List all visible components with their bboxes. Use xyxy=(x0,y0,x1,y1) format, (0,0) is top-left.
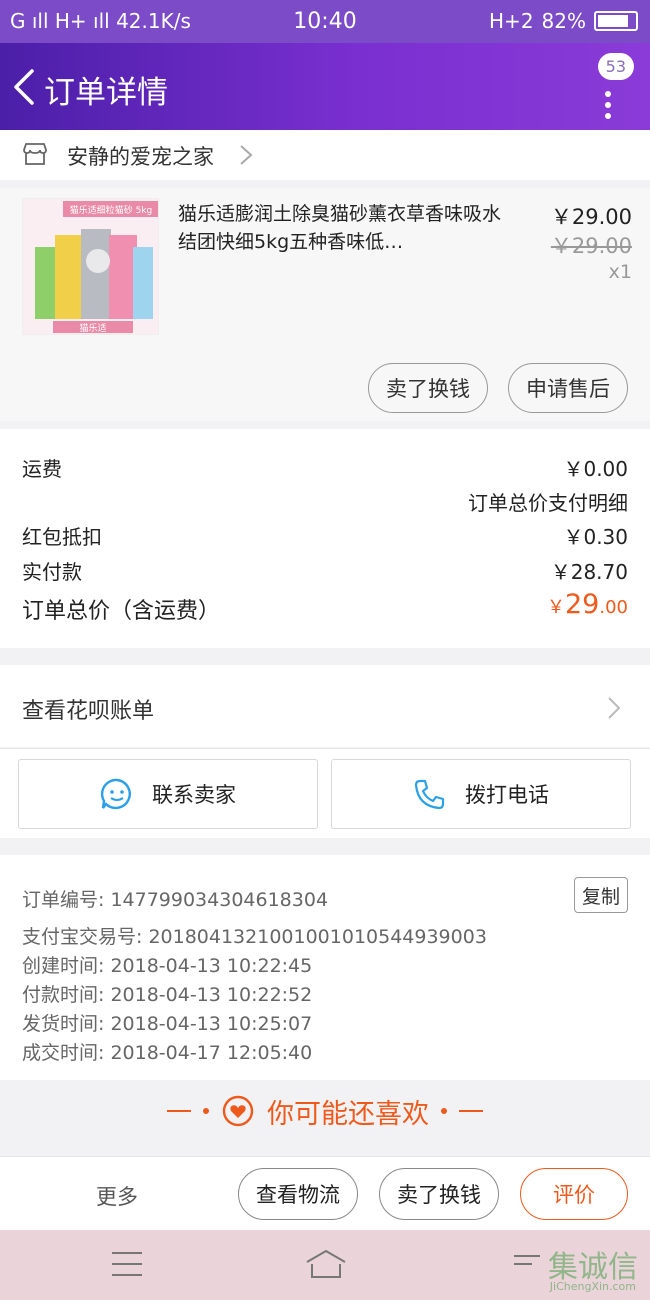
watermark-url: JiChengXin.com xyxy=(549,1280,636,1293)
back-arrow-icon[interactable] xyxy=(10,67,40,107)
product-original-price: ￥29.00 xyxy=(550,234,632,258)
sell-for-cash-button[interactable]: 卖了换钱 xyxy=(368,363,488,413)
battery-icon xyxy=(594,11,638,31)
view-logistics-button[interactable]: 查看物流 xyxy=(238,1168,358,1220)
call-phone-label[interactable]: 拨打电话 xyxy=(465,779,549,809)
product-quantity: x1 xyxy=(608,261,632,283)
call-phone-button[interactable]: 拨打电话 xyxy=(331,759,631,829)
divider-left xyxy=(167,1110,191,1112)
recommend-header: 你可能还喜欢 xyxy=(0,1080,650,1142)
redpacket-value: ￥0.30 xyxy=(563,525,628,549)
order-number: 订单编号: 147799034304618304 xyxy=(22,889,329,911)
review-button[interactable]: 评价 xyxy=(520,1168,628,1220)
product-card[interactable]: 猫乐适细粒猫砂 5kg 猫乐适 猫乐适膨润土除臭猫砂薰衣草香味吸水结团快细5kg… xyxy=(0,188,650,421)
phone-icon xyxy=(414,779,445,810)
header: 订单详情 53 xyxy=(0,43,650,130)
store-icon xyxy=(23,143,47,165)
payment-detail-link[interactable]: 订单总价支付明细 xyxy=(468,487,628,516)
created-time: 创建时间: 2018-04-13 10:22:45 xyxy=(22,955,313,977)
redpacket-label: 红包抵扣 xyxy=(22,525,102,549)
total-value: ￥29.00 xyxy=(547,589,628,620)
divider-right xyxy=(459,1110,483,1112)
chat-bubble-icon xyxy=(100,778,131,810)
contact-seller-button[interactable]: 联系卖家 xyxy=(18,759,318,829)
battery-level: 82% xyxy=(541,9,586,33)
more-button[interactable]: 更多 xyxy=(96,1181,138,1211)
more-menu-icon[interactable] xyxy=(605,91,613,124)
total-label: 订单总价（含运费） xyxy=(22,599,221,624)
total-dec: .00 xyxy=(599,597,628,618)
order-info: 订单编号: 147799034304618304 复制 支付宝交易号: 2018… xyxy=(0,855,650,1080)
apply-after-sale-button[interactable]: 申请售后 xyxy=(508,363,628,413)
total-currency: ￥ xyxy=(547,597,565,618)
chevron-right-icon xyxy=(240,145,253,165)
page-title: 订单详情 xyxy=(44,75,168,111)
alipay-trade-number: 支付宝交易号: 2018041321001001010544939003 xyxy=(22,926,487,948)
completed-time: 成交时间: 2018-04-17 12:05:40 xyxy=(22,1042,313,1064)
dot-right xyxy=(441,1108,447,1114)
status-right: H+2 82% xyxy=(489,9,638,33)
fee-summary: 运费 ￥0.00 订单总价支付明细 红包抵扣 ￥0.30 实付款 ￥28.70 … xyxy=(0,429,650,648)
thumb-brand: 猫乐适 xyxy=(79,322,106,334)
shipped-time: 发货时间: 2018-04-13 10:25:07 xyxy=(22,1013,313,1035)
system-nav-bar: 集诚信 JiChengXin.com xyxy=(0,1230,650,1300)
menu-icon[interactable] xyxy=(112,1252,142,1285)
thumb-caption: 猫乐适细粒猫砂 5kg xyxy=(70,204,153,216)
back-nav-icon[interactable] xyxy=(510,1252,546,1278)
huabei-label[interactable]: 查看花呗账单 xyxy=(22,693,154,725)
shop-row[interactable]: 安静的爱宠之家 xyxy=(0,130,650,180)
paid-label: 实付款 xyxy=(22,560,82,584)
dot-left xyxy=(203,1108,209,1114)
sell-button[interactable]: 卖了换钱 xyxy=(379,1168,499,1220)
recommend-title: 你可能还喜欢 xyxy=(267,1098,429,1130)
chevron-right-icon xyxy=(608,697,621,719)
bottom-action-bar: 更多 查看物流 卖了换钱 评价 xyxy=(0,1156,650,1230)
copy-button[interactable]: 复制 xyxy=(574,877,628,913)
heart-icon xyxy=(222,1095,254,1127)
product-image[interactable]: 猫乐适细粒猫砂 5kg 猫乐适 xyxy=(22,198,159,335)
message-badge[interactable]: 53 xyxy=(597,53,634,80)
shipping-label: 运费 xyxy=(22,457,62,481)
total-int: 29 xyxy=(565,589,600,620)
product-price: ￥29.00 xyxy=(550,205,632,229)
contact-bar: 联系卖家 拨打电话 xyxy=(0,748,650,838)
status-bar: G ıll H+ ıll 42.1K/s 10:40 H+2 82% xyxy=(0,0,650,43)
paid-value: ￥28.70 xyxy=(550,560,628,584)
contact-seller-label[interactable]: 联系卖家 xyxy=(152,779,236,809)
cat-litter-illustration: 猫乐适细粒猫砂 5kg 猫乐适 xyxy=(23,199,158,334)
home-icon[interactable] xyxy=(304,1248,348,1280)
shop-name[interactable]: 安静的爱宠之家 xyxy=(67,141,214,171)
signal-icon: H+2 xyxy=(489,9,534,33)
product-title[interactable]: 猫乐适膨润土除臭猫砂薰衣草香味吸水结团快细5kg五种香味低… xyxy=(178,200,513,256)
paid-time: 付款时间: 2018-04-13 10:22:52 xyxy=(22,984,313,1006)
huabei-bill-row[interactable]: 查看花呗账单 xyxy=(0,665,650,747)
shipping-value: ￥0.00 xyxy=(563,457,628,481)
